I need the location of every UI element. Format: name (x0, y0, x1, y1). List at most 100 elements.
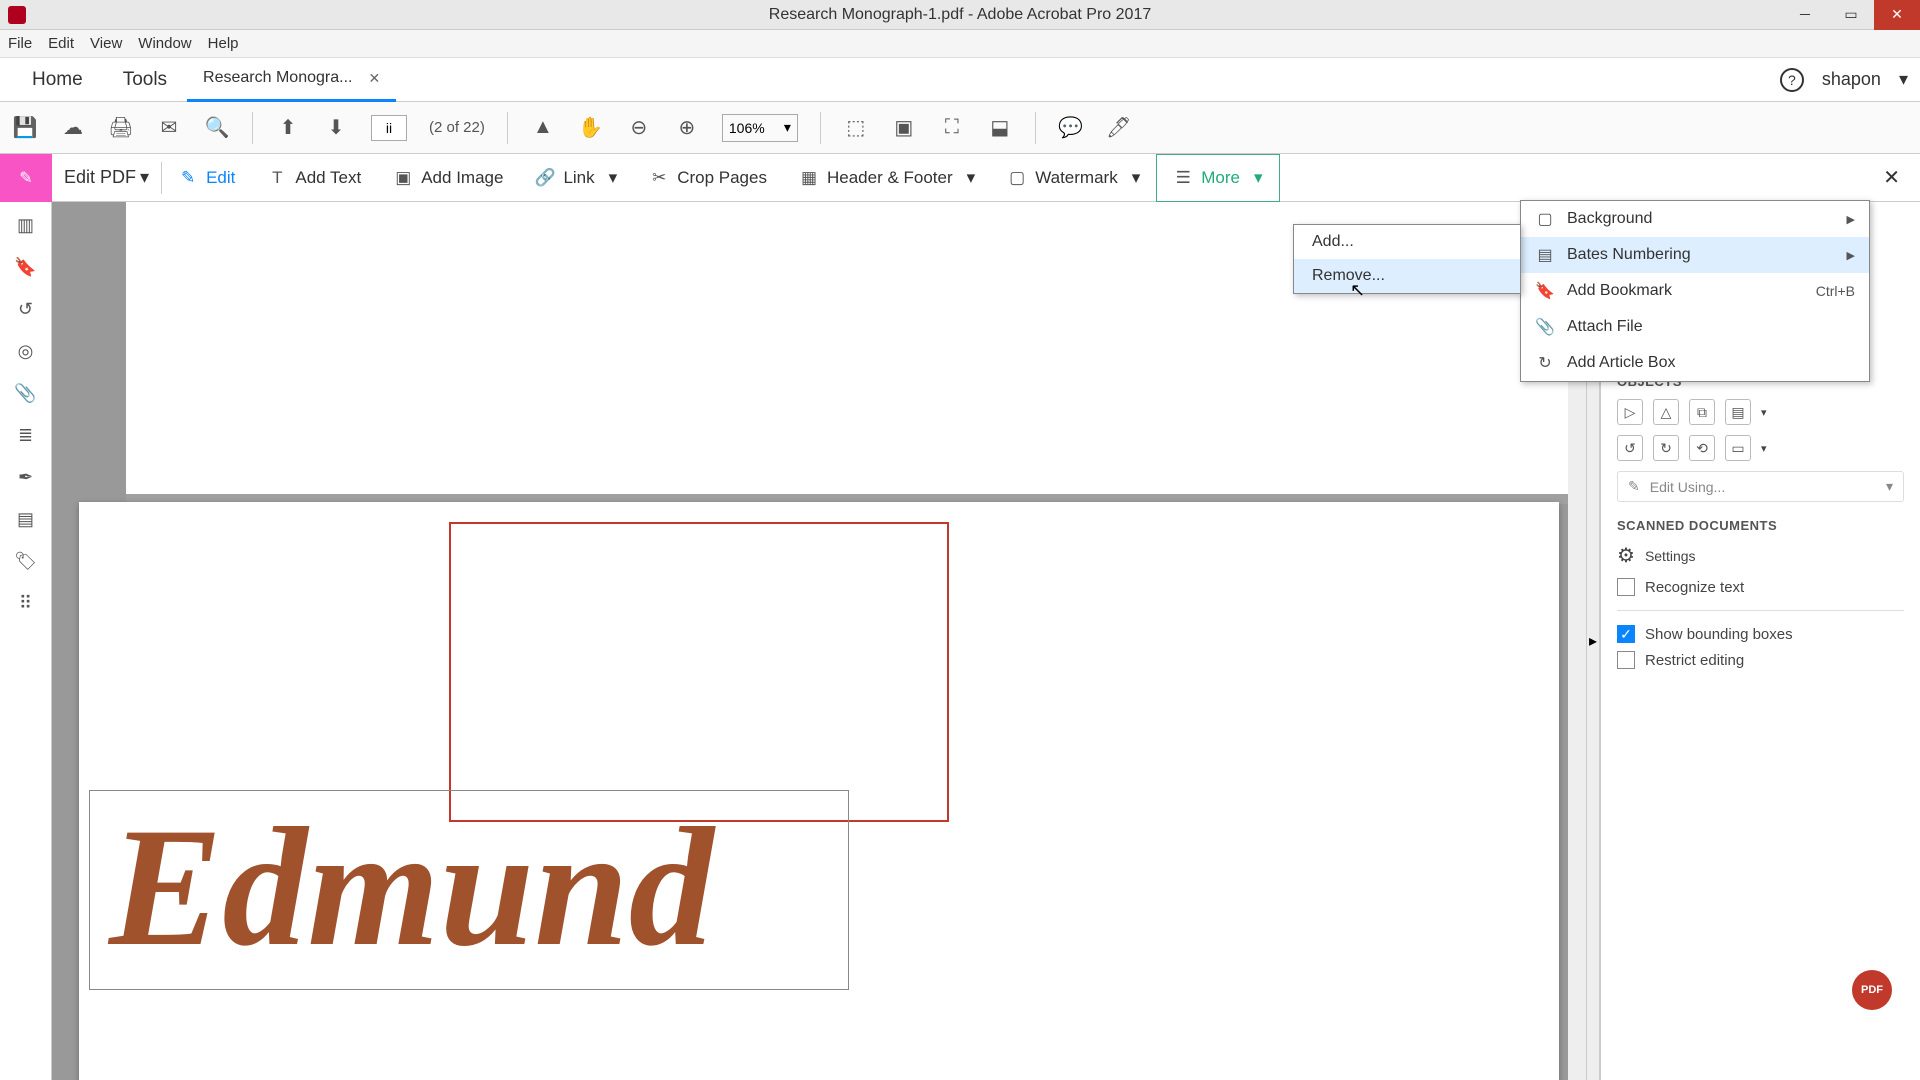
titlebar: Research Monograph-1.pdf - Adobe Acrobat… (0, 0, 1920, 30)
window-controls: － ▭ ✕ (1782, 0, 1920, 30)
menu-file[interactable]: File (8, 35, 32, 52)
add-image-button[interactable]: ▣Add Image (377, 154, 519, 202)
rotate-ccw-icon[interactable]: ↺ (1617, 435, 1643, 461)
user-menu-icon[interactable]: ▾ (1899, 69, 1908, 90)
document-area[interactable]: Edmund (52, 202, 1586, 1080)
menu-add-bookmark[interactable]: 🔖Add BookmarkCtrl+B (1521, 273, 1869, 309)
print-icon[interactable]: 🖨 (108, 115, 134, 141)
crop-pages-button[interactable]: ✂Crop Pages (633, 154, 783, 202)
menu-bates-numbering[interactable]: ▤Bates Numbering▶ (1521, 237, 1869, 273)
flip-v-icon[interactable]: △ (1653, 399, 1679, 425)
pencil-icon: ✎ (1628, 478, 1640, 495)
bookmark-icon: 🔖 (1535, 281, 1555, 301)
settings-label[interactable]: Settings (1645, 548, 1696, 564)
bates-submenu: Add... Remove... (1293, 224, 1521, 294)
layers-icon[interactable]: ≣ (13, 422, 39, 448)
menu-background[interactable]: ▢Background▶ (1521, 201, 1869, 237)
signatures-icon[interactable]: ✒ (13, 464, 39, 490)
model-tree-icon[interactable]: ⠿ (13, 590, 39, 616)
zoom-select[interactable]: 106%▾ (722, 114, 798, 142)
menu-edit[interactable]: Edit (48, 35, 74, 52)
search-icon[interactable]: 🔍 (204, 115, 230, 141)
close-editbar-icon[interactable]: ✕ (1863, 165, 1920, 190)
separator (1035, 112, 1036, 144)
edit-button[interactable]: ✎Edit (162, 154, 251, 202)
zoom-in-icon[interactable]: ⊕ (674, 115, 700, 141)
page-down-icon[interactable]: ⬇ (323, 115, 349, 141)
tabbar: Home Tools Research Monogra... ✕ ? shapo… (0, 58, 1920, 102)
zoom-out-icon[interactable]: ⊖ (626, 115, 652, 141)
edit-using-label[interactable]: Edit Using... (1650, 479, 1876, 495)
maximize-button[interactable]: ▭ (1828, 0, 1874, 30)
close-tab-icon[interactable]: ✕ (368, 70, 380, 87)
recognize-text-checkbox[interactable]: Recognize text (1617, 578, 1904, 596)
header-icon: ▦ (799, 168, 819, 188)
select-tool-icon[interactable]: ▲ (530, 115, 556, 141)
edit-pdf-toolbar: ✎ Edit PDF▾ ✎Edit TAdd Text ▣Add Image 🔗… (0, 154, 1920, 202)
hand-tool-icon[interactable]: ✋ (578, 115, 604, 141)
menu-help[interactable]: Help (208, 35, 239, 52)
tab-home[interactable]: Home (12, 69, 103, 91)
close-button[interactable]: ✕ (1874, 0, 1920, 30)
list-icon: ☰ (1173, 168, 1193, 188)
attachments-icon[interactable]: 📎 (13, 380, 39, 406)
arrange-icon[interactable]: ▤ (1725, 399, 1751, 425)
user-name[interactable]: shapon (1822, 69, 1881, 90)
crop-object-icon[interactable]: ⧉ (1689, 399, 1715, 425)
menu-view[interactable]: View (90, 35, 122, 52)
target-icon[interactable]: ◎ (13, 338, 39, 364)
menu-attach-file[interactable]: 📎Attach File (1521, 309, 1869, 345)
rotate-cw-icon[interactable]: ↻ (1653, 435, 1679, 461)
background-icon: ▢ (1535, 209, 1555, 229)
show-bounding-boxes-checkbox[interactable]: ✓Show bounding boxes (1617, 625, 1904, 643)
separator (820, 112, 821, 144)
gear-icon: ⚙ (1617, 543, 1635, 568)
chevron-down-icon[interactable]: ▾ (1886, 478, 1893, 495)
pages-icon[interactable]: ▤ (13, 506, 39, 532)
scanned-section-label: SCANNED DOCUMENTS (1617, 518, 1904, 533)
selection-box[interactable] (449, 522, 949, 822)
link-button[interactable]: 🔗Link▾ (519, 154, 633, 202)
image-icon: ▣ (393, 168, 413, 188)
submenu-add[interactable]: Add... (1294, 225, 1520, 259)
add-text-button[interactable]: TAdd Text (251, 154, 377, 202)
pdf-badge-icon[interactable]: PDF (1852, 970, 1892, 1010)
page-number-input[interactable] (371, 115, 407, 141)
thumbnails-icon[interactable]: ▥ (13, 212, 39, 238)
separator (507, 112, 508, 144)
left-rail: ▥ 🔖 ↺ ◎ 📎 ≣ ✒ ▤ 🏷 ⠿ ◂ (0, 202, 52, 1080)
page-up-icon[interactable]: ⬆ (275, 115, 301, 141)
replace-icon[interactable]: ⟲ (1689, 435, 1715, 461)
mail-icon[interactable]: ✉ (156, 115, 182, 141)
comment-icon[interactable]: 💬 (1058, 115, 1084, 141)
tab-document-label: Research Monogra... (203, 69, 352, 87)
watermark-button[interactable]: ▢Watermark▾ (991, 154, 1156, 202)
header-footer-button[interactable]: ▦Header & Footer▾ (783, 154, 991, 202)
save-icon[interactable]: 💾 (12, 115, 38, 141)
fullscreen-icon[interactable]: ⛶ (939, 115, 965, 141)
flip-h-icon[interactable]: ▷ (1617, 399, 1643, 425)
page[interactable]: Edmund (79, 502, 1559, 1080)
restrict-editing-checkbox[interactable]: Restrict editing (1617, 651, 1904, 669)
tags-icon[interactable]: 🏷 (13, 548, 39, 574)
link-icon: 🔗 (535, 168, 555, 188)
tab-tools[interactable]: Tools (103, 69, 187, 91)
submenu-remove[interactable]: Remove... (1294, 259, 1520, 293)
cloud-icon[interactable]: ☁ (60, 115, 86, 141)
more-menu: ▢Background▶ ▤Bates Numbering▶ 🔖Add Book… (1520, 200, 1870, 382)
bookmarks-icon[interactable]: 🔖 (13, 254, 39, 280)
tab-document[interactable]: Research Monogra... ✕ (187, 58, 396, 102)
edit-pdf-label[interactable]: Edit PDF▾ (52, 167, 161, 188)
fit-page-icon[interactable]: ▣ (891, 115, 917, 141)
more-button[interactable]: ☰More▾ (1156, 154, 1279, 202)
read-mode-icon[interactable]: ⬓ (987, 115, 1013, 141)
align-objects-icon[interactable]: ▭ (1725, 435, 1751, 461)
menu-window[interactable]: Window (138, 35, 191, 52)
undo-icon[interactable]: ↺ (13, 296, 39, 322)
highlight-icon[interactable]: 🖊 (1106, 115, 1132, 141)
edit-icon: ✎ (178, 168, 198, 188)
help-icon[interactable]: ? (1780, 68, 1804, 92)
minimize-button[interactable]: － (1782, 0, 1828, 30)
fit-width-icon[interactable]: ⬚ (843, 115, 869, 141)
menu-add-article-box[interactable]: ↻Add Article Box (1521, 345, 1869, 381)
